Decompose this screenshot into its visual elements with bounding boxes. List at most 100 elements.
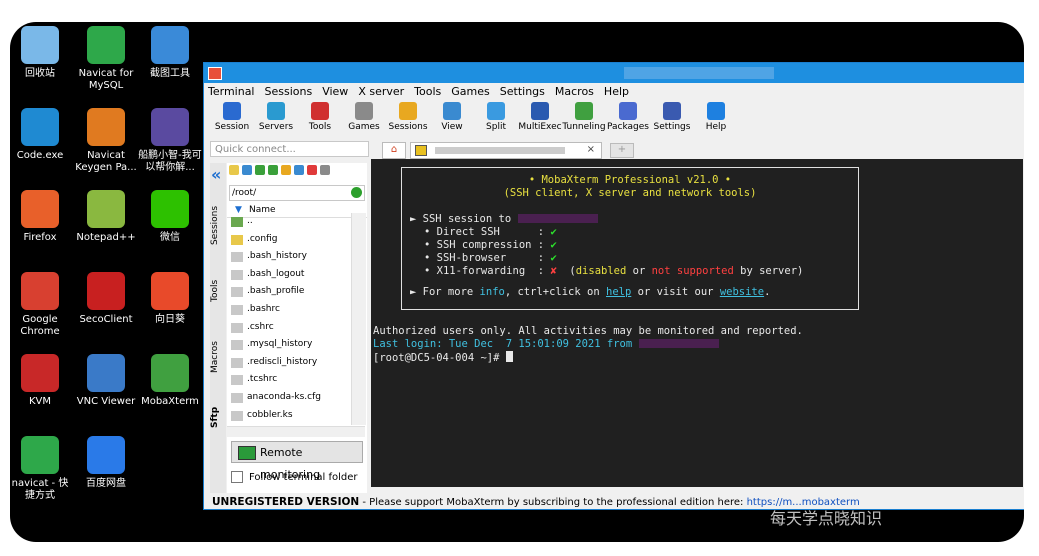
file-icon (231, 357, 243, 368)
snipping-tool-icon (151, 26, 189, 64)
file-row[interactable]: cobbler.ks (227, 407, 349, 425)
terminal[interactable]: • MobaXterm Professional v21.0 • (SSH cl… (371, 159, 1023, 487)
file-row[interactable]: .mysql_history (227, 336, 349, 354)
desktop-icon[interactable]: 截图工具 (138, 26, 202, 80)
file-row[interactable]: .cshrc (227, 319, 349, 337)
toolbar-button-settings[interactable]: Settings (650, 99, 694, 137)
status-bar: UNREGISTERED VERSION - Please support Mo… (204, 495, 1024, 509)
file-row[interactable]: .tcshrc (227, 371, 349, 389)
sftp-horizontal-scrollbar[interactable] (227, 426, 365, 437)
desktop-icon[interactable]: MobaXterm (138, 354, 202, 408)
desktop-icon[interactable]: 船鹏小智-我可以帮你解... (138, 108, 202, 174)
new-file-icon[interactable] (294, 165, 304, 175)
follow-terminal-checkbox[interactable] (231, 471, 243, 483)
desktop-icon[interactable]: Firefox (10, 190, 72, 244)
website-link[interactable]: website (720, 286, 764, 298)
recycle-bin-icon (21, 26, 59, 64)
desktop-icon[interactable]: 向日葵 (138, 272, 202, 326)
toolbar-button-tools[interactable]: Tools (298, 99, 342, 137)
desktop-icon[interactable]: 回收站 (10, 26, 72, 80)
file-name: .config (247, 233, 278, 244)
toolbar-button-view[interactable]: View (430, 99, 474, 137)
delete-icon[interactable] (307, 165, 317, 175)
file-name: .bash_logout (247, 268, 305, 279)
toolbar-button-sessions[interactable]: Sessions (386, 99, 430, 137)
side-tab-sessions[interactable]: Sessions (210, 197, 226, 253)
ssh-session-line: ► SSH session to (410, 213, 866, 225)
folder-up-icon[interactable] (229, 165, 239, 175)
file-row[interactable]: .bash_logout (227, 266, 349, 284)
x11-note: or (626, 265, 652, 277)
desktop-icon[interactable]: Google Chrome (10, 272, 72, 338)
follow-terminal-folder[interactable]: Follow terminal folder (231, 471, 358, 483)
remote-monitoring-button[interactable]: Remote monitoring (231, 441, 363, 481)
download-icon[interactable] (242, 165, 252, 175)
menu-item-terminal[interactable]: Terminal (208, 85, 255, 98)
file-row[interactable]: .config (227, 231, 349, 249)
quick-connect-input[interactable]: Quick connect... (210, 141, 369, 157)
desktop-icon[interactable]: navicat - 快捷方式 (10, 436, 72, 502)
side-tabs: « Sessions Tools Macros Sftp (210, 163, 226, 493)
desktop-icon[interactable]: 微信 (138, 190, 202, 244)
desktop-icon-label: Firefox (23, 232, 57, 243)
tab-close-button[interactable]: × (587, 143, 595, 157)
navicat-shortcut-icon (21, 436, 59, 474)
desktop-icon[interactable]: Navicat for MySQL (74, 26, 138, 92)
side-tab-tools[interactable]: Tools (210, 271, 226, 311)
desktop-icon[interactable]: VNC Viewer (74, 354, 138, 408)
new-tab-button[interactable]: + (610, 143, 634, 158)
menu-item-sessions[interactable]: Sessions (265, 85, 313, 98)
baidu-netdisk-icon (87, 436, 125, 474)
toolbar-button-label: Sessions (388, 122, 428, 132)
file-name: .rediscli_history (247, 356, 318, 367)
help-link[interactable]: help (606, 286, 631, 298)
upload-icon[interactable] (255, 165, 265, 175)
check-icon: ✔ (550, 239, 557, 251)
collapse-sidebar-icon[interactable]: « (211, 165, 221, 184)
menu-item-tools[interactable]: Tools (414, 85, 441, 98)
home-tab[interactable]: ⌂ (382, 142, 406, 159)
desktop-icon[interactable]: Notepad++ (74, 190, 138, 244)
menu-item-help[interactable]: Help (604, 85, 629, 98)
properties-icon[interactable] (320, 165, 330, 175)
info-link[interactable]: info (480, 286, 505, 298)
shell-prompt-line: [root@DC5-04-004 ~]# (373, 351, 513, 364)
sftp-vertical-scrollbar[interactable] (351, 213, 366, 425)
sftp-path-input[interactable]: /root/ (229, 185, 365, 201)
file-row[interactable]: .. (227, 213, 349, 231)
secoclient-icon (87, 272, 125, 310)
toolbar-button-session[interactable]: Session (210, 99, 254, 137)
toolbar-button-multiexec[interactable]: MultiExec (518, 99, 562, 137)
desktop-icon[interactable]: SecoClient (74, 272, 138, 326)
refresh-icon[interactable] (268, 165, 278, 175)
file-row[interactable]: anaconda-ks.cfg (227, 389, 349, 407)
file-row[interactable]: .bash_history (227, 248, 349, 266)
toolbar-button-help[interactable]: Help (694, 99, 738, 137)
desktop-icon[interactable]: KVM (10, 354, 72, 408)
menu-item-x-server[interactable]: X server (358, 85, 404, 98)
desktop-icon[interactable]: Navicat Keygen Pa... (74, 108, 138, 174)
menu-item-view[interactable]: View (322, 85, 348, 98)
ssh-session-tab[interactable]: × (410, 142, 602, 159)
title-bar[interactable] (204, 63, 1024, 83)
toolbar-button-split[interactable]: Split (474, 99, 518, 137)
settings-icon (663, 102, 681, 120)
side-tab-sftp[interactable]: Sftp (210, 397, 226, 437)
file-row[interactable]: .bashrc (227, 301, 349, 319)
menu-item-games[interactable]: Games (451, 85, 489, 98)
desktop-icon[interactable]: 百度网盘 (74, 436, 138, 490)
toolbar-button-tunneling[interactable]: Tunneling (562, 99, 606, 137)
parent-folder-icon (231, 217, 243, 227)
file-row[interactable]: .rediscli_history (227, 354, 349, 372)
notepadpp-icon (87, 190, 125, 228)
new-folder-icon[interactable] (281, 165, 291, 175)
side-tab-macros[interactable]: Macros (210, 333, 226, 381)
file-row[interactable]: .bash_profile (227, 283, 349, 301)
toolbar-button-packages[interactable]: Packages (606, 99, 650, 137)
menu-item-macros[interactable]: Macros (555, 85, 594, 98)
menu-item-settings[interactable]: Settings (500, 85, 545, 98)
toolbar-button-games[interactable]: Games (342, 99, 386, 137)
navicat-icon (87, 26, 125, 64)
toolbar-button-servers[interactable]: Servers (254, 99, 298, 137)
desktop-icon[interactable]: Code.exe (10, 108, 72, 162)
